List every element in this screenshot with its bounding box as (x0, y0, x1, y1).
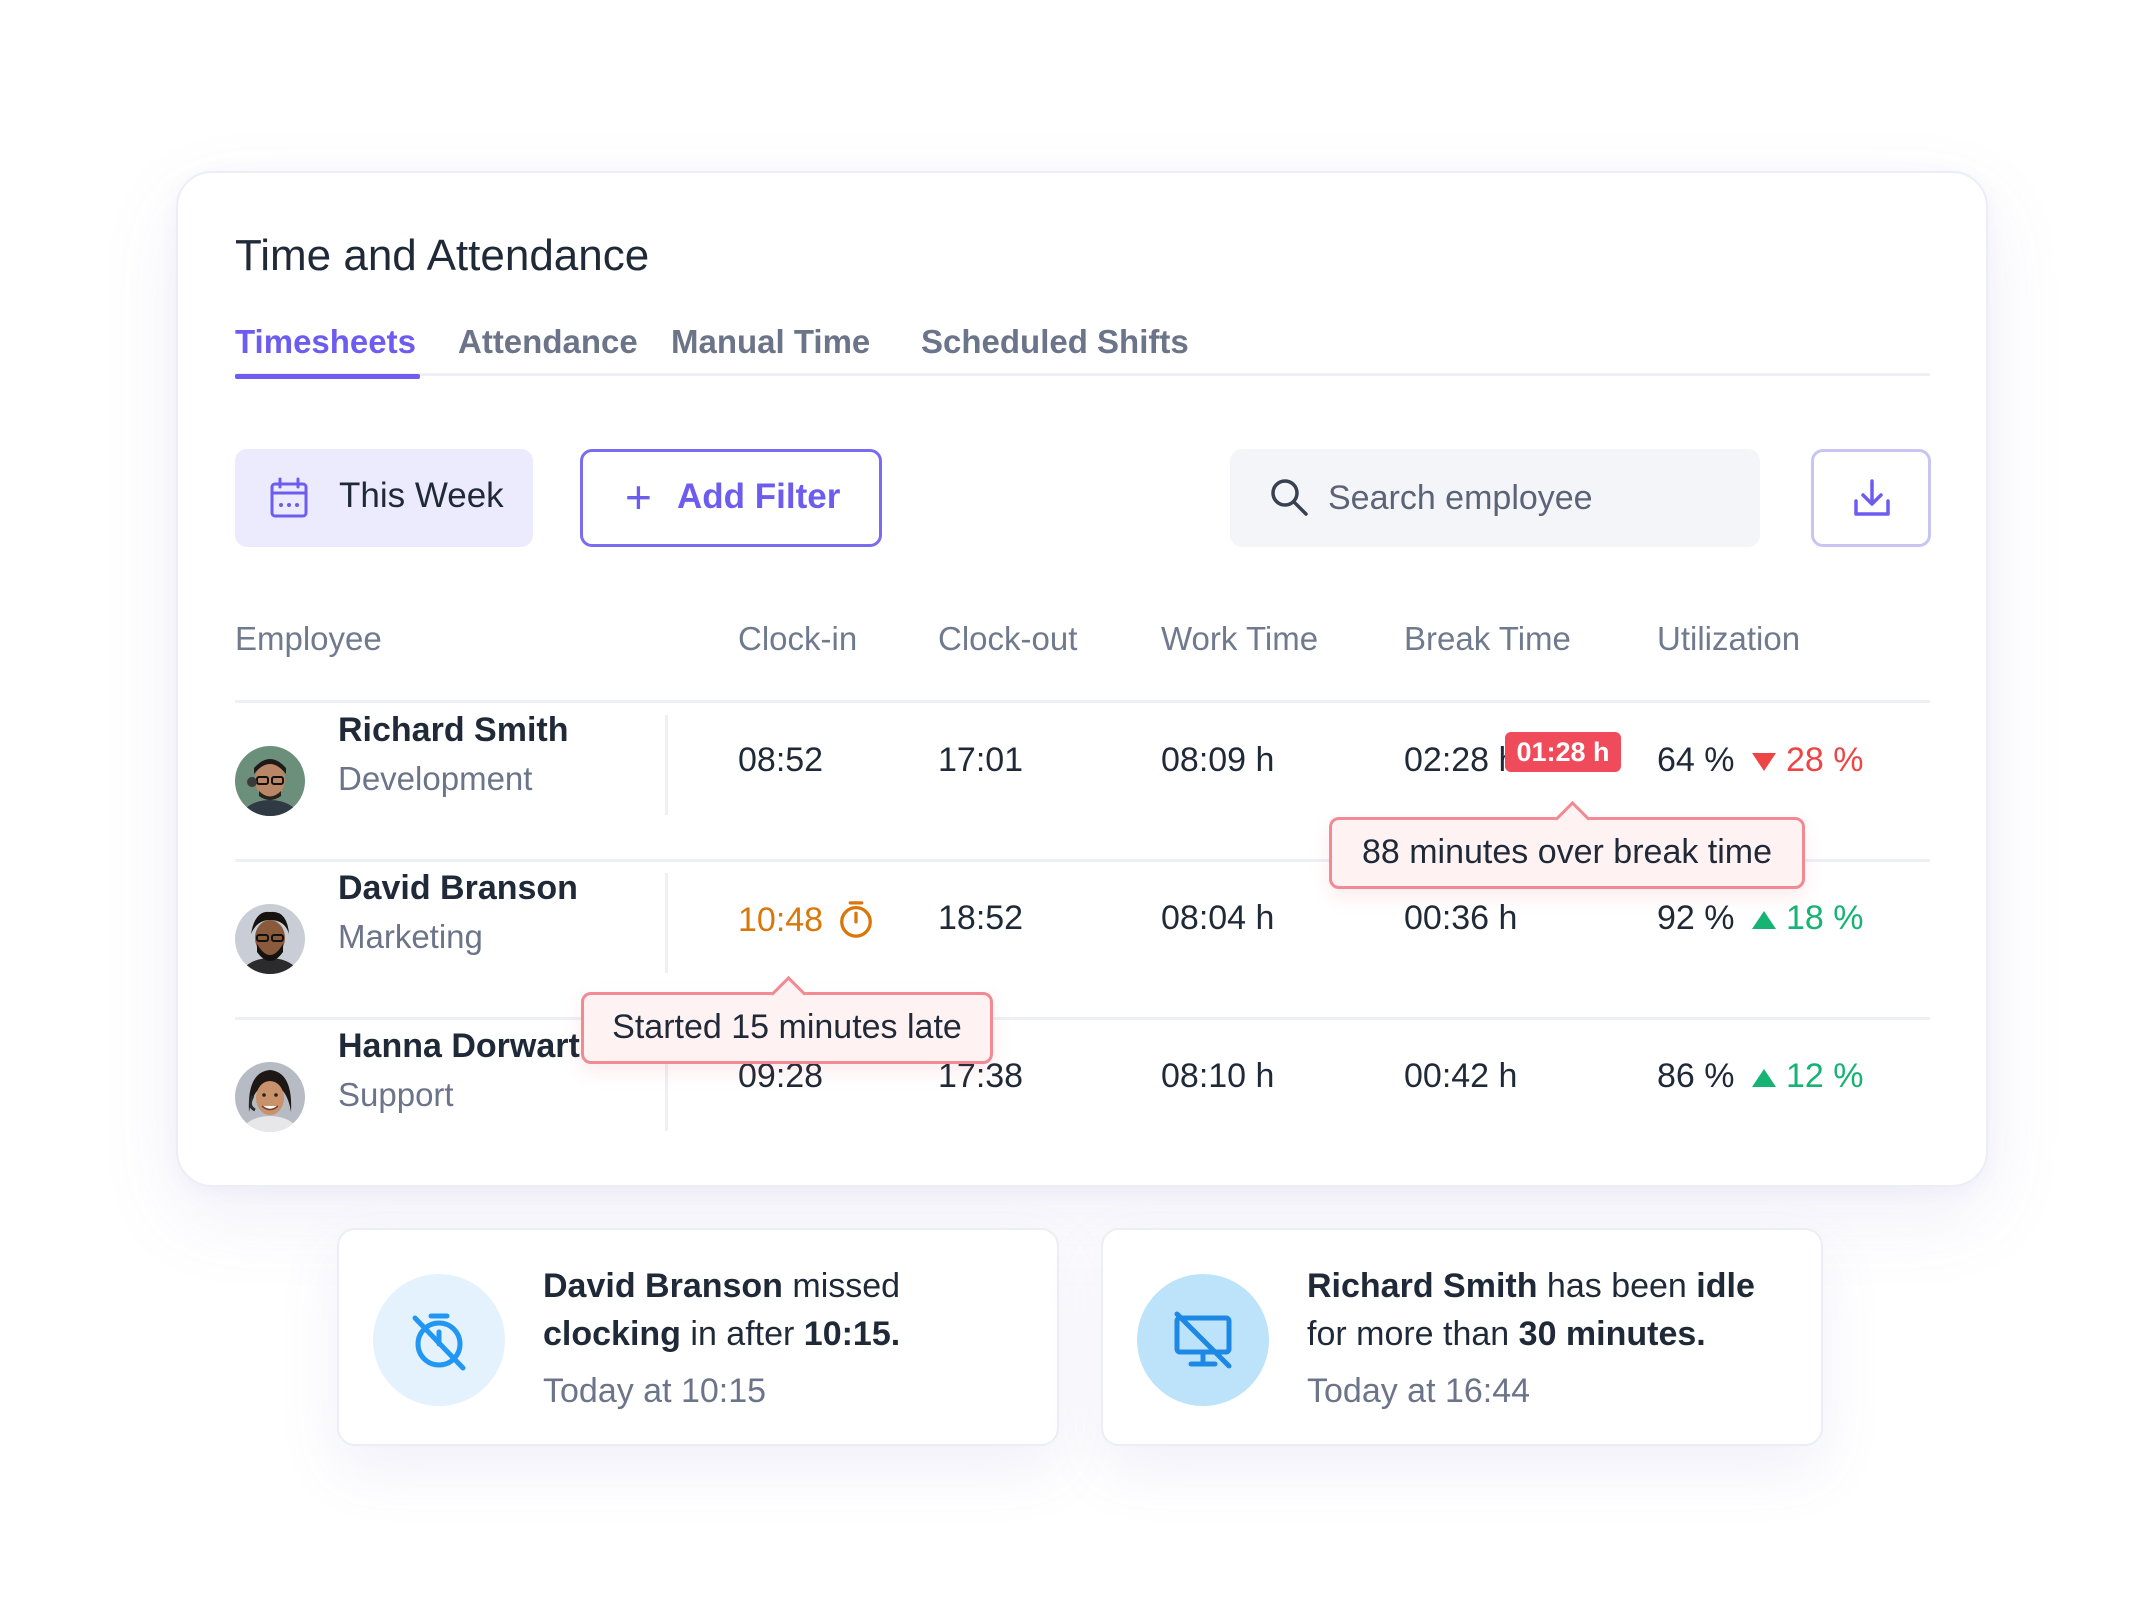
utilization-change-value: 12 % (1786, 1057, 1864, 1095)
date-range-label: This Week (339, 476, 504, 515)
tab-attendance[interactable]: Attendance (458, 323, 638, 361)
notification-employee: David Branson (543, 1267, 783, 1305)
column-header-clock-in: Clock-in (738, 620, 858, 657)
notification-icon-badge (1137, 1274, 1269, 1406)
plus-icon: + (625, 471, 652, 523)
utilization-cell: 92 % (1657, 899, 1735, 937)
notification-time: Today at 10:15 (543, 1372, 767, 1410)
column-header-break-time: Break Time (1404, 620, 1571, 657)
page-title: Time and Attendance (235, 231, 650, 280)
employee-name: David Branson (338, 869, 578, 907)
break-time-tooltip-text: 88 minutes over break time (1361, 833, 1773, 871)
notification-emphasis: 30 minutes. (1518, 1315, 1706, 1353)
clock-out-cell: 18:52 (938, 899, 1024, 937)
avatar (235, 904, 305, 974)
clock-in-cell-late: 10:48 (738, 899, 875, 940)
monitor-off-icon (1174, 1311, 1232, 1369)
employee-department: Marketing (338, 918, 483, 955)
work-time-cell: 08:04 h (1161, 899, 1275, 937)
break-time-cell: 00:42 h (1404, 1057, 1518, 1095)
trend-down-icon (1752, 753, 1776, 772)
column-header-employee: Employee (235, 620, 382, 657)
avatar (235, 746, 305, 816)
column-header-clock-out: Clock-out (938, 620, 1078, 657)
notification-text: missed (782, 1267, 901, 1305)
timesheet-card: Time and Attendance Timesheets Attendanc… (176, 171, 1988, 1187)
add-filter-button[interactable]: + Add Filter (580, 449, 882, 547)
column-divider (665, 873, 668, 973)
overtime-badge: 01:28 h (1505, 732, 1621, 772)
notification-emphasis: clocking (543, 1315, 681, 1353)
search-input[interactable] (1326, 471, 1740, 525)
avatar (235, 1062, 305, 1132)
add-filter-label: Add Filter (677, 477, 841, 516)
employee-name: Richard Smith (338, 711, 569, 749)
break-time-cell: 00:36 h (1404, 899, 1518, 937)
timer-off-icon (412, 1313, 466, 1371)
utilization-change-value: 18 % (1786, 899, 1864, 937)
utilization-change-value: 28 % (1786, 741, 1864, 779)
utilization-change: 12 % (1752, 1057, 1864, 1096)
late-start-tooltip-text: Started 15 minutes late (612, 1008, 962, 1046)
notification-text: has been (1537, 1267, 1697, 1305)
column-divider (665, 715, 668, 815)
clock-out-cell: 17:01 (938, 741, 1024, 779)
notification-emphasis: 10:15. (803, 1315, 901, 1353)
table-row[interactable]: Hanna Dorwart Support 09:28 17:38 08:10 … (178, 1019, 1986, 1169)
notification-text: in after (680, 1315, 804, 1353)
late-start-tooltip: Started 15 minutes late (581, 975, 993, 1064)
tab-manual-time[interactable]: Manual Time (671, 323, 870, 361)
search-box (1230, 449, 1760, 547)
date-range-button[interactable]: This Week (235, 449, 533, 547)
calendar-icon (270, 477, 308, 518)
download-icon (1854, 479, 1890, 516)
search-icon (1271, 479, 1308, 516)
notification-text: for more than (1307, 1315, 1519, 1353)
tab-scheduled-shifts[interactable]: Scheduled Shifts (921, 323, 1189, 361)
column-header-utilization: Utilization (1657, 620, 1801, 657)
break-time-tooltip: 88 minutes over break time (1329, 800, 1805, 889)
trend-up-icon (1752, 911, 1776, 930)
work-time-cell: 08:10 h (1161, 1057, 1275, 1095)
column-header-work-time: Work Time (1161, 620, 1319, 657)
tab-bar: Timesheets Attendance Manual Time Schedu… (235, 323, 1930, 379)
employee-department: Support (338, 1076, 454, 1113)
tab-timesheets[interactable]: Timesheets (235, 323, 420, 379)
employee-name: Hanna Dorwart (338, 1027, 580, 1065)
stopwatch-icon (839, 901, 872, 938)
utilization-change: 28 % (1752, 741, 1864, 780)
notification-card[interactable]: David Branson missed clocking in after 1… (337, 1228, 1059, 1446)
notification-message: David Branson missed clocking in after 1… (543, 1262, 1038, 1358)
download-button[interactable] (1811, 449, 1931, 547)
notification-card[interactable]: Richard Smith has been idle for more tha… (1101, 1228, 1823, 1446)
clock-in-value: 10:48 (738, 901, 824, 939)
trend-up-icon (1752, 1069, 1776, 1088)
break-time-cell: 02:28 h (1404, 741, 1518, 779)
utilization-cell: 86 % (1657, 1057, 1735, 1095)
work-time-cell: 08:09 h (1161, 741, 1275, 779)
clock-in-cell: 08:52 (738, 741, 824, 779)
employee-department: Development (338, 760, 533, 797)
notification-time: Today at 16:44 (1307, 1372, 1531, 1410)
utilization-cell: 64 % (1657, 741, 1735, 779)
notification-employee: Richard Smith (1307, 1267, 1538, 1305)
utilization-change: 18 % (1752, 899, 1864, 938)
notification-message: Richard Smith has been idle for more tha… (1307, 1262, 1802, 1358)
notification-emphasis: idle (1696, 1267, 1755, 1305)
notification-icon-badge (373, 1274, 505, 1406)
